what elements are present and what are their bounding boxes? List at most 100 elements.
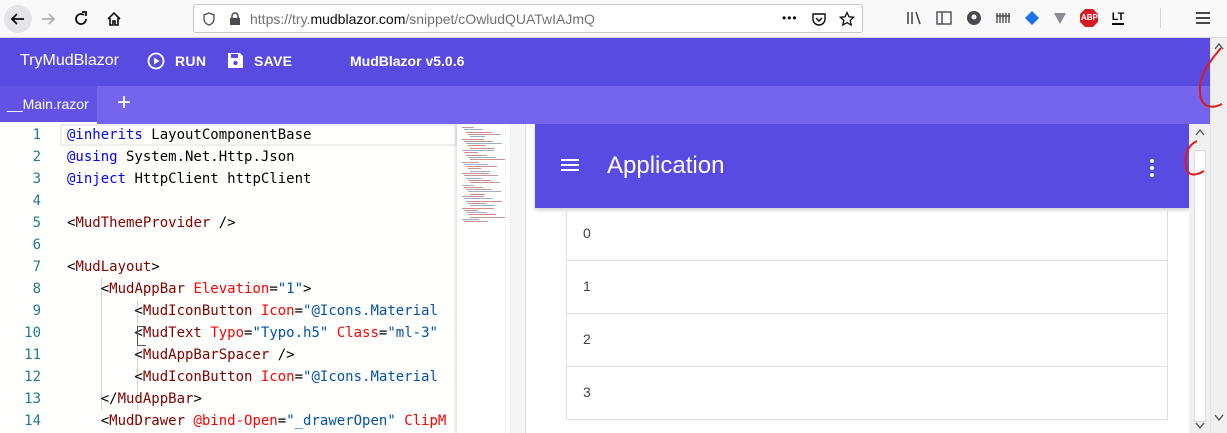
scroll-down-icon[interactable] [1195,422,1205,430]
library-icon[interactable] [905,8,925,28]
code-lines[interactable]: @inherits LayoutComponentBase @using Syst… [67,124,457,433]
code-token: Typo [210,325,245,341]
pocket-icon[interactable] [811,11,827,27]
code-line[interactable]: <MudAppBarSpacer /> [67,344,294,366]
save-button[interactable]: SAVE [227,52,292,69]
tracker-icon[interactable] [1050,8,1070,28]
minimap-line [470,170,490,172]
minimap-line [462,219,479,220]
minimap-line [468,179,491,181]
address-bar[interactable]: https://try.mudblazor.com/snippet/cOwlud… [193,4,863,33]
minimap-line [464,152,478,154]
more-vert-icon[interactable] [1149,157,1155,177]
code-line[interactable]: <MudDrawer @bind-Open="_drawerOpen" Clip… [67,410,447,432]
code-token: > [193,391,202,407]
minimap[interactable] [457,124,509,433]
editor-scrollbar[interactable] [510,124,525,433]
code-line[interactable]: <MudIconButton Icon="@Icons.Material [67,366,437,388]
line-number: 13 [24,391,41,407]
code-line[interactable]: @inherits LayoutComponentBase [67,124,311,146]
code-token: < [67,347,143,363]
minimap-line [462,127,474,128]
preview-scrollbar[interactable] [1189,124,1210,433]
code-line[interactable]: @using System.Net.Http.Json [67,146,295,168]
page-scroll-down-icon[interactable] [1214,414,1224,422]
line-number: 7 [32,259,41,275]
code-token: LayoutComponentBase [142,127,312,143]
minimap-line [470,136,485,138]
minimap-line [464,186,483,188]
adblock-icon[interactable]: ABP [1079,8,1099,28]
minimap-line [468,202,486,204]
sidebar-icon[interactable] [934,8,954,28]
minimap-line [464,129,483,131]
minimap-line [470,193,485,195]
minimap-line [466,143,502,145]
browser-toolbar: https://try.mudblazor.com/snippet/cOwlud… [0,0,1227,38]
app-title[interactable]: TryMudBlazor [20,52,119,70]
add-tab-button[interactable]: + [112,91,136,116]
code-line[interactable]: @inject HttpClient httpClient [67,168,311,190]
hamburger-menu-icon[interactable] [561,156,581,174]
code-line[interactable]: <MudAppBar Elevation="1"> [67,278,312,300]
code-token: @inject [67,171,127,187]
code-token: "Typo.h5" [252,325,329,341]
minimap-line [468,214,496,216]
extensions-icon[interactable] [993,8,1013,28]
scroll-up-icon[interactable] [1195,128,1205,136]
minimap-line [462,207,494,209]
code-line[interactable]: <MudIconButton Icon="@Icons.Material [67,300,437,322]
forward-button[interactable] [34,5,62,33]
code-token: ClipM [404,413,447,429]
code-line[interactable]: </MudAppBar> [67,388,202,410]
preview-app-bar: Application [535,124,1190,208]
minimap-line [468,133,501,135]
code-editor[interactable]: 1 2 3 4 5 6 7 8 9 10 11 12 13 14 @inherits LayoutComp… [0,124,525,433]
separator [1150,8,1170,28]
line-number: 14 [24,413,41,429]
home-button[interactable] [100,5,128,33]
url-text[interactable]: https://try.mudblazor.com/snippet/cOwlud… [250,11,595,27]
code-token: MudIconButton [142,303,253,319]
code-token: Icon [260,303,295,319]
menu-icon[interactable] [1193,8,1213,28]
minimap-line [470,205,495,207]
page-scrollbar[interactable] [1210,38,1227,433]
list-item: 0 [567,208,1167,261]
code-token: Class [336,325,379,341]
lock-icon [230,12,240,25]
line-number: 1 [32,127,41,143]
account-icon[interactable] [964,8,984,28]
code-token: Icon [260,369,295,385]
preview-scroll-thumb[interactable] [1194,150,1206,422]
tab-main-razor[interactable]: __Main.razor [0,86,97,124]
code-token: MudLayout [75,259,152,275]
code-line[interactable]: <MudThemeProvider /> [67,212,236,234]
code-token: MudAppBarSpacer [142,347,270,363]
minimap-line [462,196,484,197]
code-line[interactable]: <MudText Typo="Typo.h5" Class="ml-3" [67,322,438,344]
adblock-label: ABP [1081,13,1098,22]
line-number: 11 [24,347,41,363]
code-token: "ml-3" [387,325,438,341]
preview-pane: Application 0123 [525,124,1210,433]
line-number: 5 [32,215,41,231]
minimap-line [468,191,501,193]
page-scroll-up-icon[interactable] [1214,42,1224,50]
bookmark-star-icon[interactable] [839,11,855,27]
reload-button[interactable] [67,5,95,33]
code-line[interactable]: <MudLayout> [67,256,160,278]
code-token: @using [67,149,118,165]
code-token: MudAppBar [109,281,186,297]
minimap-line [468,168,481,170]
back-button[interactable] [4,5,32,33]
code-token: HttpClient httpClient [126,171,312,187]
save-label: SAVE [254,52,293,69]
run-button[interactable]: RUN [147,52,206,70]
diamond-icon[interactable] [1022,8,1042,28]
page-actions-button[interactable]: ••• [782,11,798,25]
code-token: = [277,413,287,429]
minimap-line [466,166,497,168]
languagetool-icon[interactable]: LT [1108,8,1128,28]
